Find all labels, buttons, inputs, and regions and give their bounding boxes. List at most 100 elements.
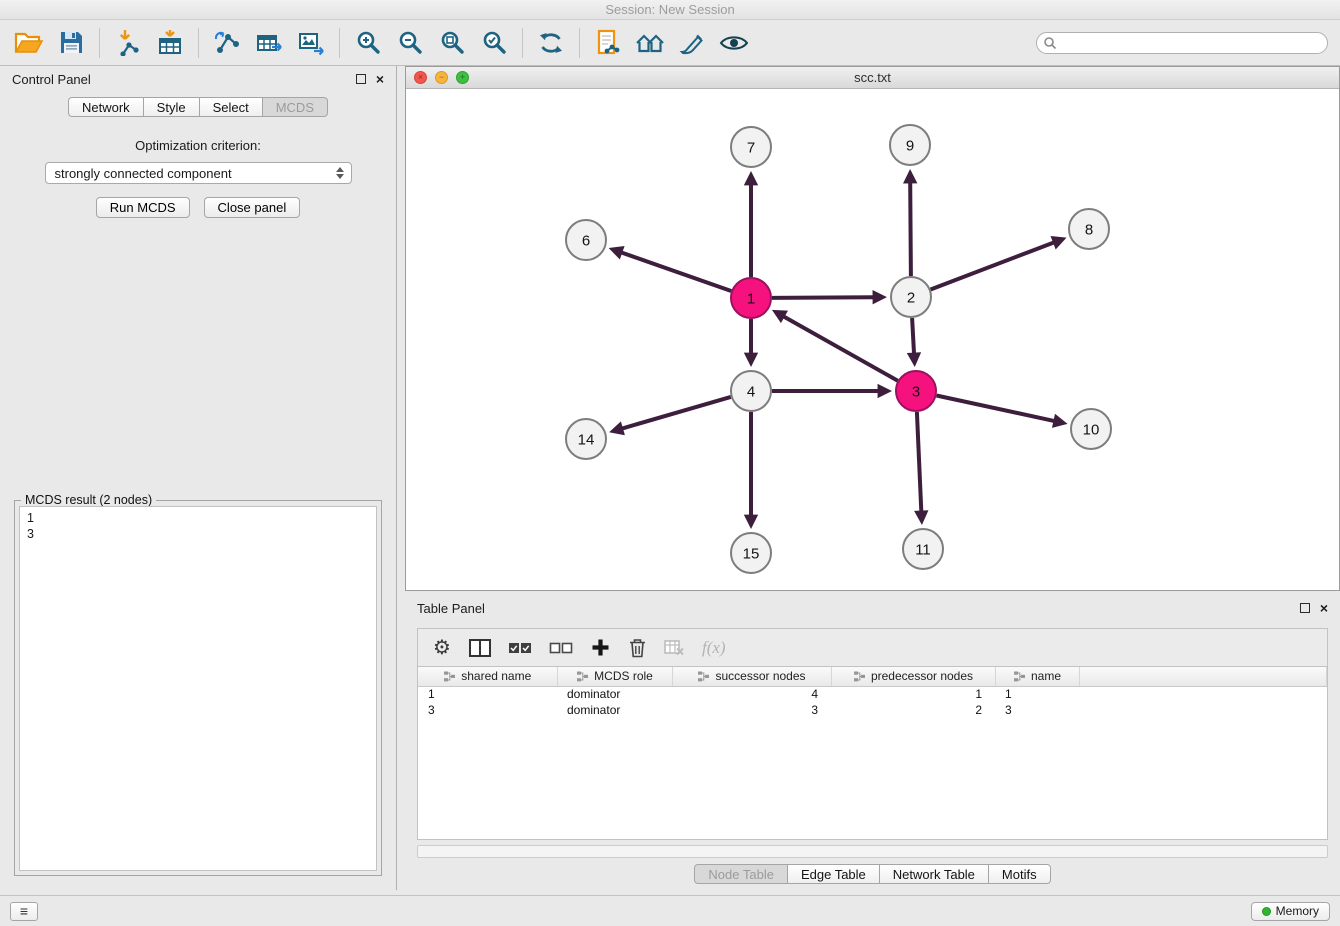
zoom-fit-icon[interactable] [431,23,473,63]
tab-network-table[interactable]: Network Table [880,864,989,884]
table-cell: 3 [418,702,557,718]
graph-node-6[interactable]: 6 [566,220,606,260]
close-table-panel-icon[interactable]: × [1320,603,1328,613]
save-icon[interactable] [50,23,92,63]
svg-text:8: 8 [1085,222,1093,239]
graph-edge-3-1[interactable] [784,317,898,381]
table-cell-filler [1079,686,1327,702]
mcds-result-line: 1 [27,510,369,526]
table-row[interactable]: 3dominator323 [418,702,1327,718]
column-header-predecessor-nodes[interactable]: predecessor nodes [831,667,995,686]
toolbar-separator [339,28,340,58]
table-toolbar: ⚙ f(x) [417,628,1328,667]
float-panel-icon[interactable] [356,74,366,84]
menu-icon[interactable]: ≡ [10,902,38,921]
network-graph[interactable]: 7 9 6 8 1 2 4 3 14 10 15 11 [406,89,1339,590]
tab-select[interactable]: Select [200,97,263,117]
column-flow-icon [1013,671,1026,682]
criterion-dropdown-value: strongly connected component [55,166,232,181]
mcds-result-list[interactable]: 1 3 [19,506,377,871]
new-network-icon[interactable] [206,23,248,63]
table-header-row: shared name MCDS role successor nodes pr… [418,667,1327,686]
export-table-icon[interactable] [248,23,290,63]
graph-node-7[interactable]: 7 [731,127,771,167]
graph-node-11[interactable]: 11 [903,529,943,569]
paintbrush-icon[interactable] [671,23,713,63]
refresh-icon[interactable] [530,23,572,63]
clipboard-network-icon[interactable] [587,23,629,63]
table-cell: 3 [995,702,1079,718]
column-header-successor-nodes[interactable]: successor nodes [672,667,831,686]
titlebar: Session: New Session [0,0,1340,20]
table-horizontal-scrollbar[interactable] [417,845,1328,858]
criterion-dropdown[interactable]: strongly connected component [45,162,352,184]
svg-text:3: 3 [912,384,920,401]
graph-node-15[interactable]: 15 [731,533,771,573]
tab-mcds[interactable]: MCDS [263,97,328,117]
houses-icon[interactable] [629,23,671,63]
graph-edge-2-9[interactable] [910,183,911,276]
memory-button[interactable]: Memory [1251,902,1330,921]
gear-icon[interactable]: ⚙ [432,638,452,658]
tab-motifs[interactable]: Motifs [989,864,1051,884]
table-panel-title: Table Panel [417,601,485,616]
graph-edge-1-6[interactable] [622,253,731,291]
column-header-mcds-role[interactable]: MCDS role [557,667,672,686]
graph-edge-4-14[interactable] [623,397,731,429]
column-header-name[interactable]: name [995,667,1079,686]
table-panel-header: Table Panel × [405,595,1340,621]
graph-edge-2-8[interactable] [931,243,1054,290]
network-window-title: scc.txt [406,70,1339,85]
memory-status-dot [1262,907,1271,916]
function-builder-icon[interactable]: f(x) [702,638,726,658]
zoom-out-icon[interactable] [389,23,431,63]
select-all-columns-icon[interactable] [508,642,532,654]
memory-label: Memory [1276,904,1319,918]
graph-edge-3-11[interactable] [917,412,921,511]
zoom-in-icon[interactable] [347,23,389,63]
status-bar: ≡ Memory [0,895,1340,926]
close-panel-icon[interactable]: × [376,74,384,84]
graph-node-8[interactable]: 8 [1069,209,1109,249]
unselect-all-columns-icon[interactable] [549,642,573,654]
column-flow-icon [853,671,866,682]
tab-network[interactable]: Network [68,97,144,117]
svg-text:14: 14 [578,432,595,449]
delete-column-icon[interactable] [627,638,647,658]
column-header-shared-name[interactable]: shared name [418,667,557,686]
export-image-icon[interactable] [290,23,332,63]
split-panel-icon[interactable] [469,639,491,657]
tab-node-table[interactable]: Node Table [694,864,788,884]
delete-table-icon[interactable] [664,640,685,656]
graph-node-1[interactable]: 1 [731,278,771,318]
table-row[interactable]: 1dominator411 [418,686,1327,702]
table-cell: dominator [557,686,672,702]
table-cell: 4 [672,686,831,702]
graph-edge-3-10[interactable] [937,396,1054,421]
tab-edge-table[interactable]: Edge Table [788,864,880,884]
float-table-panel-icon[interactable] [1300,603,1310,613]
mcds-result-line: 3 [27,526,369,542]
column-header-filler [1079,667,1327,686]
graph-edge-1-2[interactable] [772,297,873,298]
zoom-selected-icon[interactable] [473,23,515,63]
run-mcds-button[interactable]: Run MCDS [96,197,190,218]
graph-node-9[interactable]: 9 [890,125,930,165]
graph-node-14[interactable]: 14 [566,419,606,459]
table-cell: 2 [831,702,995,718]
graph-node-2[interactable]: 2 [891,277,931,317]
graph-node-10[interactable]: 10 [1071,409,1111,449]
eye-icon[interactable] [713,23,755,63]
svg-text:1: 1 [747,291,755,308]
graph-node-4[interactable]: 4 [731,371,771,411]
tab-style[interactable]: Style [144,97,200,117]
graph-node-3[interactable]: 3 [896,371,936,411]
import-network-icon[interactable] [107,23,149,63]
add-column-icon[interactable] [590,638,610,657]
close-panel-button[interactable]: Close panel [204,197,301,218]
control-panel: Control Panel × Network Style Select MCD… [0,66,397,890]
open-folder-icon[interactable] [8,23,50,63]
graph-edge-2-3[interactable] [912,318,914,353]
import-table-icon[interactable] [149,23,191,63]
search-input[interactable] [1036,32,1328,54]
